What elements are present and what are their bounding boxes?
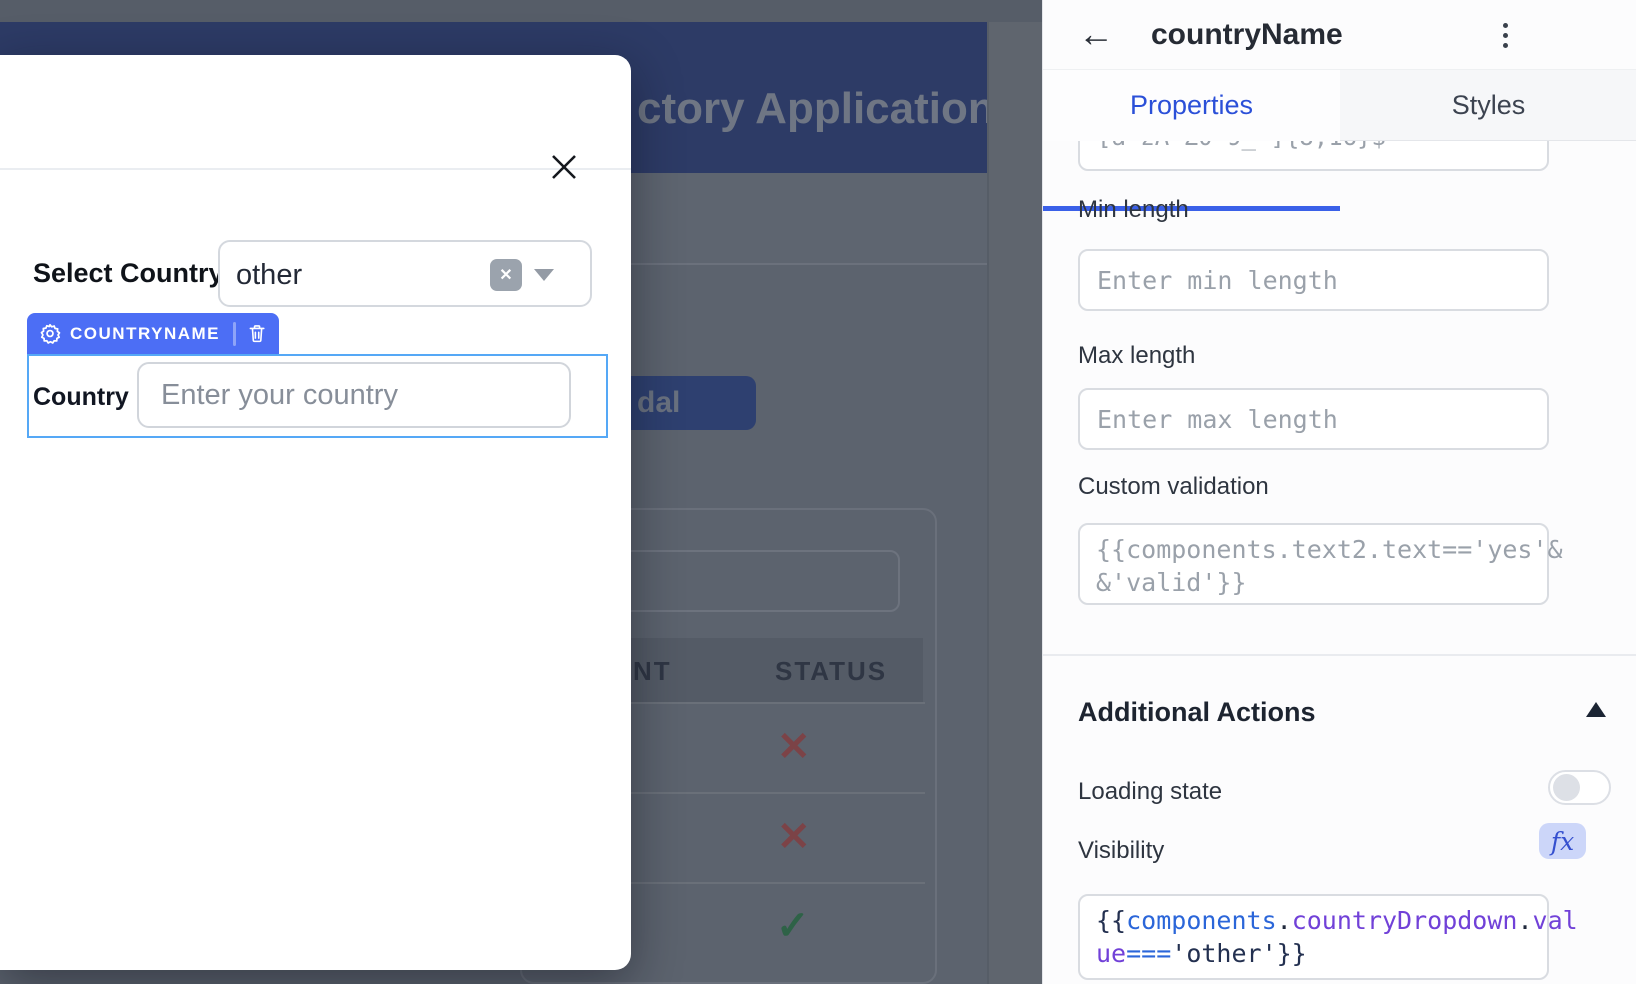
custom-validation-label: Custom validation <box>1078 473 1269 501</box>
loading-state-toggle[interactable] <box>1548 770 1611 805</box>
country-text-input[interactable] <box>137 362 571 428</box>
custom-validation-input[interactable]: {{components.text2.text=='yes'&&'valid'}… <box>1078 523 1549 605</box>
section-divider <box>1043 654 1636 656</box>
country-modal: Select Country other ✕ COUNTRYNAME Count… <box>0 55 631 970</box>
clear-icon: ✕ <box>499 265 512 285</box>
widget-badge-label: COUNTRYNAME <box>70 324 220 344</box>
tab-properties[interactable]: Properties <box>1043 70 1340 141</box>
clear-selection-button[interactable]: ✕ <box>490 259 522 291</box>
inspector-content: [a-zA-Z0-9_-]{8,16}$ Min length Max leng… <box>1043 141 1636 984</box>
fx-button[interactable]: fx <box>1539 823 1586 859</box>
kebab-menu-icon[interactable] <box>1495 23 1515 48</box>
table-header-status: STATUS <box>775 656 887 687</box>
modal-header <box>0 55 631 170</box>
status-fail-icon: ✕ <box>777 817 811 857</box>
widget-badge[interactable]: COUNTRYNAME <box>27 313 279 354</box>
close-button[interactable] <box>540 143 588 191</box>
close-icon <box>550 153 578 181</box>
inspector-tabs: Properties Styles <box>1043 70 1636 141</box>
app-title: ctory Application <box>637 84 995 134</box>
inspector-panel: ← countryName Properties Styles [a-zA-Z0… <box>1042 0 1636 984</box>
screen: ctory Application dal NT STATUS ✕ ✕ ✓ Se… <box>0 0 1636 984</box>
max-length-input[interactable] <box>1078 388 1549 450</box>
open-modal-button-label: dal <box>637 386 680 420</box>
visibility-code-input[interactable]: {{components.countryDropdown.value==='ot… <box>1078 894 1549 980</box>
select-country-label: Select Country <box>33 258 224 289</box>
toggle-knob <box>1553 774 1580 801</box>
inspector-title: countryName <box>1151 18 1343 52</box>
table-header-col1: NT <box>633 656 672 687</box>
status-fail-icon: ✕ <box>777 727 811 767</box>
status-pass-icon: ✓ <box>776 906 810 946</box>
regex-input[interactable]: [a-zA-Z0-9_-]{8,16}$ <box>1078 141 1549 171</box>
country-dropdown-value: other <box>236 259 302 292</box>
trash-icon[interactable] <box>247 323 267 344</box>
regex-value: [a-zA-Z0-9_-]{8,16}$ <box>1097 141 1386 151</box>
visibility-label: Visibility <box>1078 837 1164 865</box>
fx-label: fx <box>1551 827 1574 856</box>
canvas-gutter <box>987 22 1042 984</box>
loading-state-label: Loading state <box>1078 778 1222 806</box>
collapse-section-icon[interactable] <box>1586 702 1606 717</box>
editor-topbar <box>0 0 1042 22</box>
country-field-label: Country <box>33 383 129 412</box>
country-dropdown[interactable]: other ✕ <box>218 240 592 307</box>
back-arrow-icon[interactable]: ← <box>1078 13 1114 55</box>
chevron-down-icon[interactable] <box>534 269 554 281</box>
min-length-label: Min length <box>1078 196 1189 224</box>
tab-styles[interactable]: Styles <box>1340 70 1636 141</box>
gear-icon[interactable] <box>39 322 61 345</box>
additional-actions-title: Additional Actions <box>1078 697 1316 728</box>
min-length-input[interactable] <box>1078 249 1549 311</box>
badge-separator <box>233 322 236 346</box>
max-length-label: Max length <box>1078 342 1195 370</box>
